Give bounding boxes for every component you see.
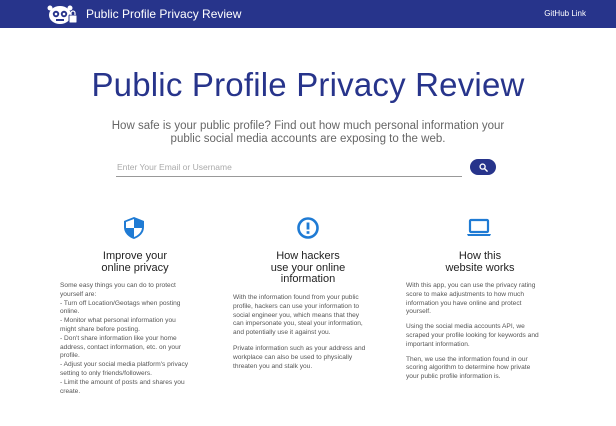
how-it-works-body: With this app, you can use the privacy r… [406,282,578,382]
body-line: - Don't share information like your home [60,334,177,342]
title-line: information [280,273,336,285]
body-line: - Limit the amount of posts and shares y… [60,378,185,386]
body-line: your public profile information is. [406,373,501,381]
body-line: - Turn off Location/Geotags when posting [60,299,181,307]
how-it-works-title: How this website works [405,250,555,274]
body-line: - Adjust your social media platform's pr… [60,361,189,369]
title-line: How this [458,250,502,262]
github-link[interactable]: GitHub Link [544,9,586,18]
body-line: might share before posting. [60,325,140,333]
body-line: profile, hackers can use your informatio… [233,302,360,310]
body-line: can impersonate you, steal your informat… [233,320,363,328]
hackers-title: How hackers use your online information [233,250,383,286]
title-line: Improve your [102,250,168,262]
body-line: and potentially use it against you. [233,329,331,337]
search-input[interactable] [116,158,462,177]
body-line: scraped your profile looking for keyword… [406,331,539,339]
shield-icon [124,217,144,239]
hero-subtitle: How safe is your public profile? Find ou… [111,120,505,145]
title-line: website works [445,261,515,274]
body-line: Then, we use the information found in ou… [406,355,528,363]
laptop-icon [467,218,491,236]
search-icon [478,162,488,172]
body-line: With this app, you can use the privacy r… [406,282,536,289]
improve-privacy-body: Some easy things you can do to protect y… [60,282,232,396]
privacy-robot-logo-icon[interactable] [46,3,78,25]
body-line: create. [60,387,81,395]
body-line: Using the social media accounts API, we [406,323,525,331]
search-button[interactable] [470,159,496,175]
improve-privacy-title: Improve your online privacy [60,250,210,274]
top-navbar: Public Profile Privacy Review GitHub Lin… [0,0,616,28]
body-line: - Monitor what personal information you [60,317,176,325]
body-line: address, contact information, etc. on yo… [60,343,181,351]
body-line: important information. [406,340,470,348]
body-line: yourself. [406,308,431,316]
hackers-body: With the information found from your pub… [233,294,403,371]
body-line: threaten you and stalk you. [233,362,313,370]
body-line: profile. [60,352,80,360]
body-line: scoring algorithm to determine how priva… [406,364,531,372]
title-line: online privacy [101,261,169,274]
body-line: score to make adjustments to how much [406,290,525,298]
search-bar [116,158,496,178]
body-line: workplace can also be used to physically [233,353,353,361]
body-line: Some easy things you can do to protect [60,282,176,289]
body-line: social engineer you, which means that th… [233,311,360,319]
page-title: Public Profile Privacy Review [91,66,525,103]
alert-circle-icon [297,217,319,239]
body-line: online. [60,308,80,316]
body-line: setting to only friends/followers. [60,369,152,377]
body-line: yourself are: [60,290,97,298]
title-line: How hackers [276,250,340,262]
body-line: information you have online and protect [406,299,522,307]
body-line: With the information found from your pub… [233,294,359,301]
brand-title[interactable]: Public Profile Privacy Review [86,7,241,21]
body-line [233,338,403,345]
body-line: Private information such as your address… [233,344,366,352]
